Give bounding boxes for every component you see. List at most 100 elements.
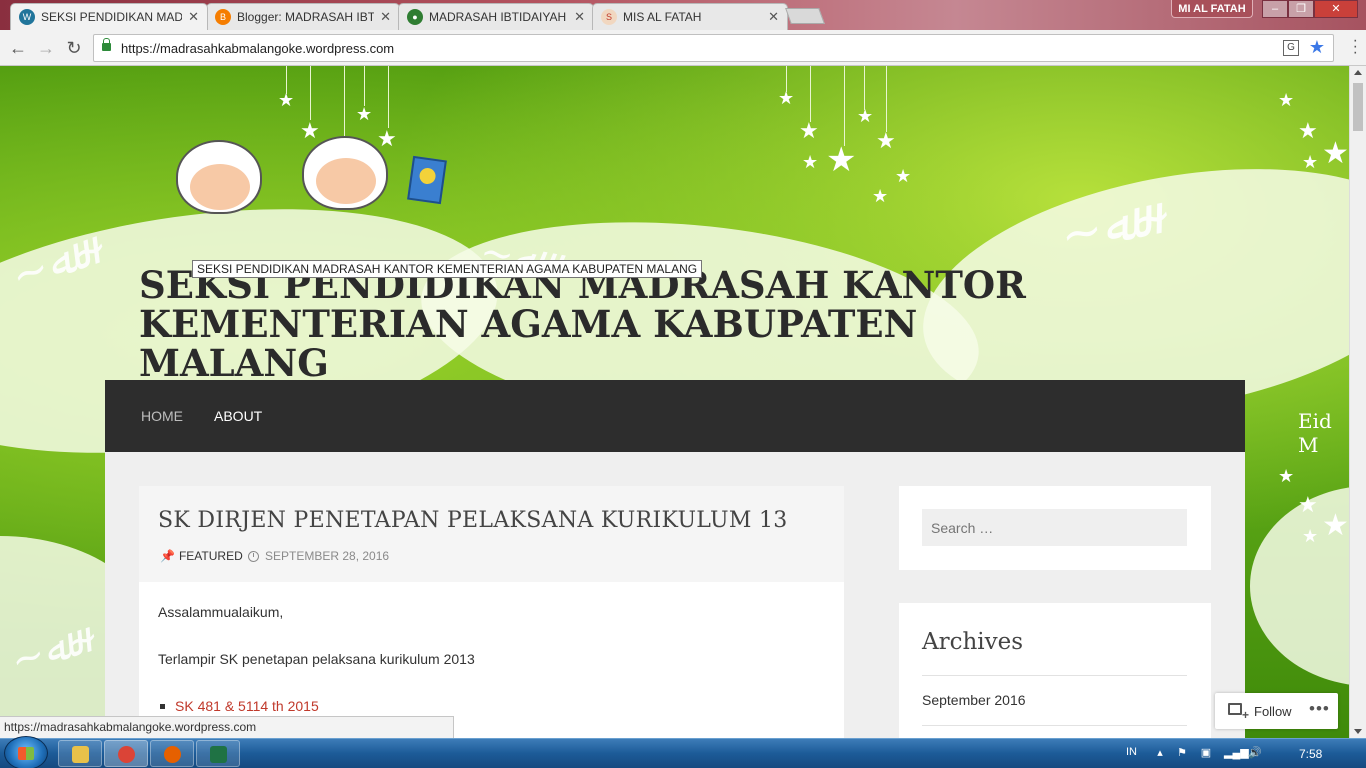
taskbar-firefox[interactable] xyxy=(150,740,194,767)
tab-close-icon[interactable]: ✕ xyxy=(188,9,199,25)
clock-icon xyxy=(248,550,259,562)
post-date[interactable]: SEPTEMBER 28, 2016 xyxy=(248,549,389,563)
tab-close-icon[interactable]: ✕ xyxy=(574,9,585,25)
title-tooltip: SEKSI PENDIDIKAN MADRASAH KANTOR KEMENTE… xyxy=(192,260,703,278)
main-navigation: HOME ABOUT xyxy=(105,380,1245,452)
scroll-thumb[interactable] xyxy=(1353,83,1363,131)
status-bar: https://madrasahkabmalangoke.wordpress.c… xyxy=(0,716,454,738)
forward-arrow-icon[interactable]: → xyxy=(35,37,57,59)
profile-button[interactable]: MI AL FATAH xyxy=(1171,0,1253,18)
new-tab-button[interactable] xyxy=(785,8,825,24)
star-string xyxy=(886,66,887,132)
post-title[interactable]: SK DIRJEN PENETAPAN PELAKSANA KURIKULUM … xyxy=(158,508,788,533)
show-hidden-icons[interactable]: ▴ xyxy=(1154,747,1166,759)
star-string xyxy=(864,66,865,110)
star-icon: ★ xyxy=(1302,526,1319,546)
site-title[interactable]: SEKSI PENDIDIKAN MADRASAH KANTOR KEMENTE… xyxy=(139,266,1099,383)
star-icon: ★ xyxy=(895,166,912,186)
back-arrow-icon[interactable]: ← xyxy=(7,37,29,59)
tab-wordpress[interactable]: W SEKSI PENDIDIKAN MAD ✕ xyxy=(10,3,208,30)
device-icon[interactable]: ▣ xyxy=(1200,747,1212,759)
star-icon: ★ xyxy=(778,88,795,108)
tab-label: MADRASAH IBTIDAIYAH xyxy=(429,10,567,24)
close-window-button[interactable]: ✕ xyxy=(1314,0,1358,18)
ship-icon: S xyxy=(601,9,617,25)
nav-home-link[interactable]: HOME xyxy=(141,408,183,424)
translate-icon[interactable]: G xyxy=(1283,40,1299,56)
search-input[interactable] xyxy=(922,509,1187,546)
tab-madrasah[interactable]: ● MADRASAH IBTIDAIYAH ✕ xyxy=(398,3,594,30)
star-string xyxy=(344,66,345,136)
boy-graphic xyxy=(176,140,262,214)
post-category[interactable]: 📌 FEATURED xyxy=(160,549,243,563)
wordpress-icon: W xyxy=(19,9,35,25)
star-icon: ★ xyxy=(356,104,373,124)
star-icon: ★ xyxy=(1298,118,1318,143)
star-icon: ★ xyxy=(1322,137,1349,170)
star-icon: ★ xyxy=(872,186,889,206)
tab-close-icon[interactable]: ✕ xyxy=(768,9,779,25)
scroll-down-icon[interactable] xyxy=(1354,729,1362,734)
follow-icon xyxy=(1228,703,1249,722)
flag-icon[interactable]: ⚑ xyxy=(1176,747,1188,759)
reload-icon[interactable]: ↻ xyxy=(63,37,85,59)
star-icon: ★ xyxy=(1298,492,1318,517)
post-content: Assalammualaikum, Terlampir SK penetapan… xyxy=(158,604,818,714)
follow-label[interactable]: Follow xyxy=(1254,704,1292,719)
browser-toolbar: ← → ↻ https://madrasahkabmalangoke.wordp… xyxy=(0,30,1366,66)
minimize-button[interactable]: ‒ xyxy=(1262,0,1288,18)
lock-icon xyxy=(102,38,111,51)
star-icon: ★ xyxy=(1278,90,1295,110)
pin-icon: 📌 xyxy=(160,549,175,563)
list-item: SK 481 & 5114 th 2015 xyxy=(158,698,818,714)
divider xyxy=(922,725,1187,726)
eid-text: Eid M xyxy=(1298,409,1332,457)
url-text[interactable]: https://madrasahkabmalangoke.wordpress.c… xyxy=(121,41,394,56)
divider xyxy=(922,675,1187,676)
post-paragraph: Terlampir SK penetapan pelaksana kurikul… xyxy=(158,651,475,667)
star-icon: ★ xyxy=(857,106,874,126)
star-icon: ★ xyxy=(799,118,819,143)
tab-blogger[interactable]: B Blogger: MADRASAH IBT ✕ xyxy=(206,3,400,30)
language-indicator[interactable]: IN xyxy=(1126,746,1137,758)
more-options-icon[interactable]: ••• xyxy=(1309,699,1330,719)
star-string xyxy=(364,66,365,106)
star-icon: ★ xyxy=(278,90,295,110)
kids-illustration xyxy=(148,136,448,246)
tab-mis-al-fatah[interactable]: S MIS AL FATAH ✕ xyxy=(592,3,788,30)
archives-widget: Archives September 2016 xyxy=(899,603,1211,738)
nav-about-link[interactable]: ABOUT xyxy=(214,408,262,424)
girl-graphic xyxy=(302,136,388,210)
archive-link[interactable]: September 2016 xyxy=(922,692,1026,708)
content-container: HOME ABOUT SK DIRJEN PENETAPAN PELAKSANA… xyxy=(105,380,1245,738)
star-icon: ★ xyxy=(1302,152,1319,172)
volume-icon[interactable]: 🔊 xyxy=(1248,747,1262,759)
star-string xyxy=(388,66,389,128)
tab-label: MIS AL FATAH xyxy=(623,10,702,24)
follow-button[interactable]: Follow ••• xyxy=(1215,693,1338,729)
taskbar-chrome[interactable] xyxy=(104,740,148,767)
tab-close-icon[interactable]: ✕ xyxy=(380,9,391,25)
chrome-menu-icon[interactable]: · · · xyxy=(1353,33,1358,61)
attachment-link[interactable]: SK 481 & 5114 th 2015 xyxy=(175,698,319,714)
maximize-button[interactable]: ❐ xyxy=(1288,0,1314,18)
taskbar-explorer[interactable] xyxy=(58,740,102,767)
network-icon[interactable]: ▂▄▆ xyxy=(1224,747,1249,759)
taskbar-excel[interactable] xyxy=(196,740,240,767)
search-widget xyxy=(899,486,1211,570)
scroll-up-icon[interactable] xyxy=(1354,70,1362,75)
star-icon: ★ xyxy=(876,128,896,153)
blogger-icon: B xyxy=(215,9,231,25)
taskbar-clock[interactable]: 7:58 xyxy=(1299,747,1322,761)
date-label[interactable]: SEPTEMBER 28, 2016 xyxy=(265,549,389,563)
page-scrollbar[interactable] xyxy=(1349,66,1366,738)
browser-titlebar: W SEKSI PENDIDIKAN MAD ✕ B Blogger: MADR… xyxy=(0,0,1366,30)
category-label[interactable]: FEATURED xyxy=(179,549,243,563)
address-bar[interactable]: https://madrasahkabmalangoke.wordpress.c… xyxy=(93,34,1334,62)
bookmark-star-icon[interactable]: ★ xyxy=(1309,37,1325,58)
excel-icon xyxy=(210,746,227,763)
start-button[interactable] xyxy=(4,736,48,768)
tab-label: Blogger: MADRASAH IBT xyxy=(237,10,375,24)
chrome-icon xyxy=(118,746,135,763)
web-page: ★ ★ ★ ★ ★ ★ ★ ★ ★ ★ ★ ★ ★ ★ ★ ★ ★ ★ ★ ★ … xyxy=(0,66,1349,738)
